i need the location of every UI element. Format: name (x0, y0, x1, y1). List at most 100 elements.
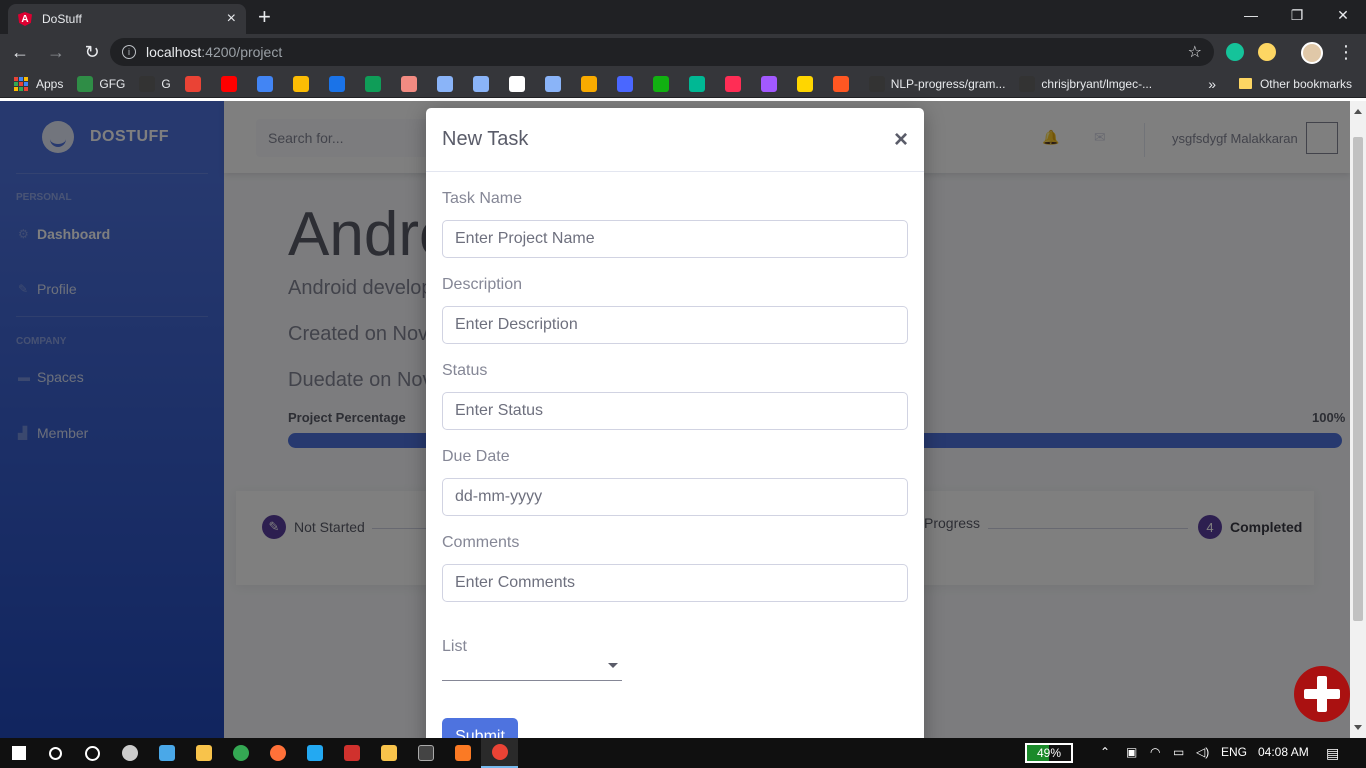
bookmark-item[interactable] (400, 75, 423, 92)
notifications-icon[interactable]: ▤ (1326, 745, 1339, 762)
address-bar[interactable]: i localhost:4200/project ☆ (110, 38, 1214, 66)
bookmark-item[interactable] (544, 75, 567, 92)
network-device-icon[interactable]: ▣ (1126, 745, 1137, 759)
power-icon[interactable]: ▭ (1173, 745, 1184, 759)
grammarly-extension-icon[interactable] (1226, 43, 1244, 61)
add-task-button[interactable] (1294, 666, 1350, 722)
bookmarks-bar: Apps GFG G NLP-progress/gram... chrisjbryant… (0, 70, 1366, 98)
due-date-field[interactable] (442, 478, 908, 516)
bookmark-item[interactable]: Apps (36, 77, 63, 91)
bookmark-item[interactable] (688, 75, 711, 92)
profile-avatar[interactable] (1301, 42, 1323, 64)
forward-arrow-icon[interactable]: → (40, 36, 72, 68)
browser-titlebar: A DoStuff × + — ❐ ✕ (0, 0, 1366, 34)
clock[interactable]: 04:08 AM (1258, 745, 1309, 759)
cortana-icon[interactable] (74, 738, 111, 768)
bookmark-item[interactable] (508, 75, 531, 92)
tab-title: DoStuff (42, 12, 82, 26)
new-task-modal: New Task × Task Name Description Status … (426, 108, 924, 756)
description-field[interactable] (442, 306, 908, 344)
wifi-icon[interactable]: ◠ (1150, 745, 1160, 759)
close-icon[interactable]: × (894, 127, 908, 152)
bookmark-favicon-icon (1019, 75, 1036, 92)
bookmark-item[interactable] (436, 75, 459, 92)
bookmark-item[interactable] (652, 75, 675, 92)
browser-tab[interactable]: A DoStuff × (8, 4, 246, 34)
bookmarks-overflow-icon[interactable]: » (1208, 76, 1216, 92)
comments-field[interactable] (442, 564, 908, 602)
chrome-icon[interactable] (222, 738, 259, 768)
minimize-icon[interactable]: — (1228, 0, 1274, 30)
bookmark-favicon-icon (832, 75, 849, 92)
other-bookmarks-label: Other bookmarks (1259, 76, 1352, 91)
bookmark-item[interactable] (472, 75, 495, 92)
bookmark-item[interactable] (220, 75, 243, 92)
search-icon[interactable] (37, 738, 74, 768)
windows-start-icon[interactable] (0, 738, 37, 768)
bookmark-item[interactable] (364, 75, 387, 92)
bookmark-item[interactable] (832, 75, 855, 92)
chevron-up-icon[interactable]: ⌃ (1100, 745, 1110, 759)
status-label: Status (442, 362, 488, 379)
list-select[interactable] (442, 653, 622, 681)
bookmark-item[interactable] (292, 75, 315, 92)
window-controls: — ❐ ✕ (1228, 0, 1366, 30)
bookmark-item[interactable] (616, 75, 639, 92)
bookmark-item[interactable] (328, 75, 351, 92)
battery-percent: 49% (1036, 746, 1062, 760)
bookmark-favicon-icon (652, 75, 669, 92)
bookmark-label: G (161, 76, 171, 91)
terminal-icon[interactable] (407, 738, 444, 768)
bookmark-favicon-icon (364, 75, 381, 92)
more-menu-icon[interactable]: ⋮ (1337, 42, 1355, 63)
scroll-down-icon[interactable] (1354, 725, 1362, 730)
task-name-field[interactable] (442, 220, 908, 258)
back-arrow-icon[interactable]: ← (4, 36, 36, 68)
scroll-up-icon[interactable] (1354, 109, 1362, 114)
bookmark-item[interactable] (760, 75, 783, 92)
bookmark-favicon-icon (472, 75, 489, 92)
bookmark-star-icon[interactable]: ☆ (1188, 42, 1202, 62)
volume-icon[interactable]: ◁) (1196, 745, 1209, 759)
page-scrollbar[interactable] (1350, 101, 1366, 738)
desktop-app-icon[interactable] (148, 738, 185, 768)
comments-label: Comments (442, 534, 520, 551)
bookmark-label: Apps (36, 76, 64, 91)
new-tab-button[interactable]: + (258, 4, 271, 30)
restore-icon[interactable]: ❐ (1274, 0, 1320, 30)
chrome-active-icon[interactable] (481, 738, 518, 768)
folder-icon[interactable] (370, 738, 407, 768)
bookmark-item[interactable]: NLP-progress/gram... (868, 75, 1006, 92)
xampp-icon[interactable] (444, 738, 481, 768)
bookmark-item[interactable] (796, 75, 819, 92)
other-bookmarks[interactable]: Other bookmarks (1238, 76, 1352, 91)
settings-icon[interactable] (111, 738, 148, 768)
url-host: localhost (146, 44, 202, 60)
windows-taskbar (0, 738, 1366, 768)
scroll-thumb[interactable] (1353, 137, 1363, 621)
bookmark-label: NLP-progress/gram... (890, 76, 1006, 91)
tab-close-icon[interactable]: × (227, 10, 236, 28)
language-indicator[interactable]: ENG (1221, 745, 1247, 759)
bookmark-item[interactable] (724, 75, 747, 92)
reload-icon[interactable]: ↻ (76, 36, 108, 68)
app-icon[interactable] (333, 738, 370, 768)
bookmark-favicon-icon (544, 75, 561, 92)
extension-icon[interactable] (1258, 43, 1276, 61)
status-field[interactable] (442, 392, 908, 430)
bookmark-item[interactable]: chrisjbryant/lmgec-... (1019, 75, 1152, 92)
bookmark-favicon-icon (508, 75, 525, 92)
bookmark-item[interactable] (256, 75, 279, 92)
bookmark-item[interactable]: G (139, 75, 171, 92)
battery-indicator: 49% (1025, 743, 1073, 763)
due-date-label: Due Date (442, 448, 510, 465)
vscode-icon[interactable] (296, 738, 333, 768)
apps-grid-icon[interactable] (14, 76, 28, 91)
bookmark-item[interactable] (580, 75, 603, 92)
file-explorer-icon[interactable] (185, 738, 222, 768)
bookmark-item[interactable] (184, 75, 207, 92)
close-window-icon[interactable]: ✕ (1320, 0, 1366, 30)
info-icon[interactable]: i (122, 45, 136, 59)
bookmark-item[interactable]: GFG (77, 75, 125, 92)
firefox-icon[interactable] (259, 738, 296, 768)
